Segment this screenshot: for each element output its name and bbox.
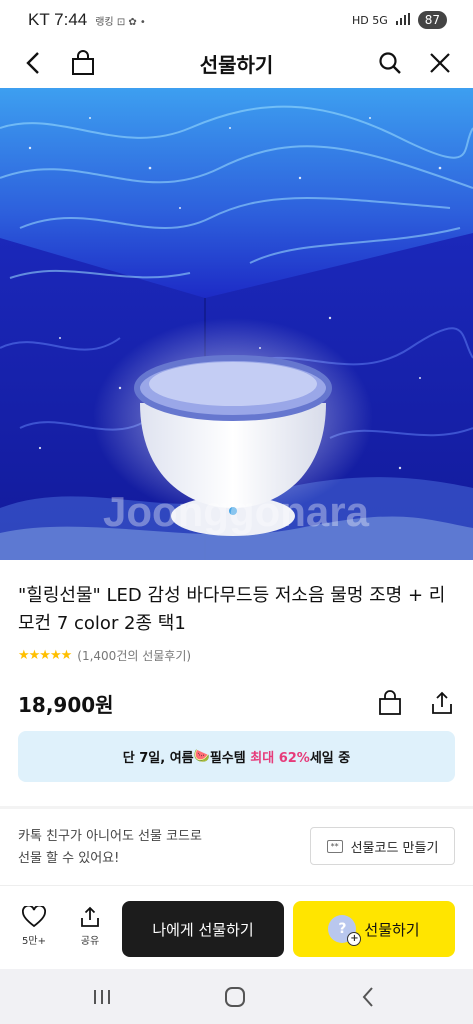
- rating[interactable]: ★★★★★ (1,400건의 선물후기): [18, 647, 191, 664]
- watermelon-icon: 🍉: [193, 749, 210, 764]
- search-button[interactable]: [375, 48, 405, 78]
- rating-stars: ★★★★★: [18, 648, 72, 663]
- header: 선물하기: [0, 40, 473, 86]
- carrier-time: KT 7:44: [28, 10, 88, 29]
- code-icon: **: [326, 839, 343, 853]
- avatar-question-mark: ?: [338, 921, 347, 937]
- network-indicator: HD 5G: [351, 13, 388, 27]
- gift-note-line2: 선물 할 수 있어요!: [18, 851, 120, 866]
- search-icon: [379, 52, 401, 74]
- review-count[interactable]: (1,400건의 선물후기): [77, 647, 191, 664]
- section-divider: [0, 806, 473, 809]
- product-title: "힐링선물" LED 감성 바다무드등 저소음 물멍 조명 + 리모컨 7 co…: [18, 585, 446, 634]
- promo-suffix: 세일 중: [309, 751, 351, 766]
- promo-prefix: 단 7일, 여름: [122, 751, 194, 766]
- signal-icon: [395, 12, 410, 28]
- recent-apps-icon: [94, 990, 110, 1004]
- promo-highlight: 최대 62%: [250, 751, 310, 766]
- share-action-button[interactable]: 공유: [70, 906, 110, 947]
- create-gift-code-button[interactable]: ** 선물코드 만들기: [310, 827, 455, 865]
- close-icon: [430, 53, 450, 73]
- close-button[interactable]: [425, 48, 455, 78]
- friend-avatar-icon: ? +: [328, 915, 362, 946]
- product-price: 18,900원: [18, 693, 114, 717]
- home-icon: [225, 987, 245, 1007]
- status-icons: 랭킹 ⊡ ✿ •: [95, 16, 146, 28]
- gift-button-label: 선물하기: [364, 920, 420, 939]
- system-back-button[interactable]: [354, 983, 382, 1011]
- share-label: 공유: [80, 936, 100, 947]
- wish-count: 5만+: [22, 936, 46, 947]
- home-button[interactable]: [221, 983, 249, 1011]
- shopping-bag-icon: [72, 50, 94, 75]
- battery-indicator: 87: [417, 11, 447, 29]
- image-watermark: Joonggonara: [103, 488, 370, 535]
- share-button[interactable]: [429, 690, 455, 720]
- system-nav-bar: [0, 969, 473, 1024]
- wish-button[interactable]: 5만+: [14, 906, 54, 947]
- status-bar: KT 7:44 랭킹 ⊡ ✿ • HD 5G 87: [0, 0, 473, 40]
- gift-code-note: 카톡 친구가 아니어도 선물 코드로 선물 할 수 있어요!: [18, 826, 202, 870]
- share-icon: [81, 906, 99, 927]
- bottom-action-bar: 5만+ 공유 나에게 선물하기 ? + 선물하기: [0, 885, 473, 969]
- promo-middle: 필수템: [209, 751, 251, 766]
- gift-to-me-button[interactable]: 나에게 선물하기: [122, 901, 284, 957]
- heart-icon: [22, 906, 46, 928]
- chevron-left-icon: [362, 987, 373, 1007]
- add-to-cart-button[interactable]: [377, 690, 403, 720]
- gift-button[interactable]: ? + 선물하기: [293, 901, 455, 957]
- chevron-left-icon: [26, 52, 39, 74]
- shopping-bag-icon: [379, 690, 401, 715]
- product-image[interactable]: Joonggonara: [0, 88, 473, 560]
- plus-icon: +: [347, 932, 362, 946]
- create-gift-code-label: 선물코드 만들기: [350, 840, 439, 856]
- promo-banner[interactable]: 단 7일, 여름 🍉 필수템 최대 62% 세일 중: [18, 731, 455, 782]
- back-button[interactable]: [18, 48, 48, 78]
- recent-apps-button[interactable]: [88, 983, 116, 1011]
- share-icon: [432, 691, 452, 714]
- gift-note-line1: 카톡 친구가 아니어도 선물 코드로: [18, 829, 202, 844]
- cart-button[interactable]: [68, 48, 98, 78]
